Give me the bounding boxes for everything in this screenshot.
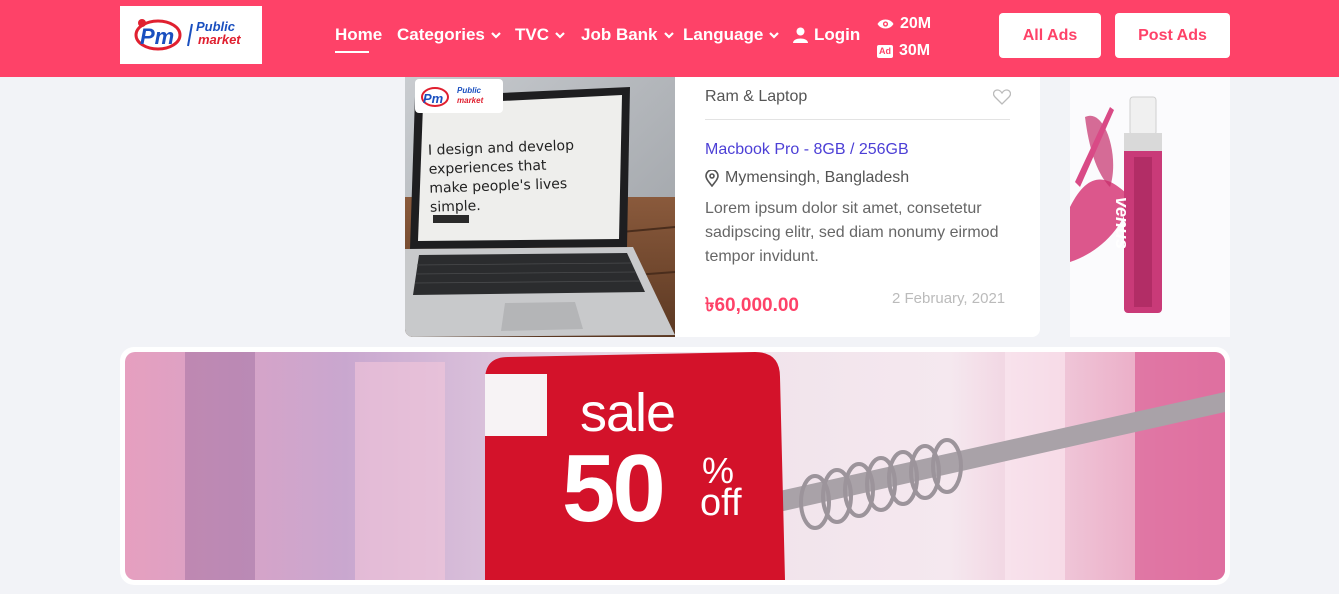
active-nav-underline	[335, 51, 369, 53]
nav-tvc-label: TVC	[515, 25, 549, 44]
listing-location: Mymensingh, Bangladesh	[705, 169, 909, 187]
heart-icon[interactable]	[993, 89, 1011, 105]
ad-badge-icon: Ad	[877, 44, 893, 58]
chevron-down-icon	[663, 32, 674, 39]
ads-count: 30M	[899, 42, 931, 59]
listing-image[interactable]: Pm Public market I design and develop ex…	[405, 77, 675, 337]
eye-icon	[877, 19, 894, 29]
site-logo[interactable]: Pm Public market	[120, 6, 262, 64]
listing-location-text: Mymensingh, Bangladesh	[725, 169, 910, 186]
nav-job-bank-label: Job Bank	[581, 25, 658, 44]
listing-description: Lorem ipsum dolor sit amet, consetetur s…	[705, 200, 999, 265]
listing-category[interactable]: Ram & Laptop	[705, 88, 807, 106]
sale-banner-image: sale 50 % off	[125, 352, 1225, 580]
listing-date: 2 February, 2021	[892, 290, 1006, 307]
views-count: 20M	[900, 15, 932, 32]
nav-language-label: Language	[683, 25, 764, 44]
nav-language[interactable]: Language	[683, 24, 780, 46]
listing-card[interactable]: Pm Public market I design and develop ex…	[405, 77, 1040, 337]
views-stat: 20M	[877, 15, 931, 33]
nav-login[interactable]: Login	[793, 24, 860, 46]
nav-home-label: Home	[335, 25, 383, 44]
nav-home[interactable]: Home	[335, 24, 382, 46]
nav-categories[interactable]: Categories	[397, 24, 501, 46]
top-navbar: Pm Public market Home Categories TVC Job…	[0, 0, 1339, 77]
side-ad-brand: venus	[1112, 197, 1132, 250]
svg-text:market: market	[457, 96, 484, 105]
svg-text:Public: Public	[457, 86, 482, 95]
post-ads-button[interactable]: Post Ads	[1115, 13, 1230, 58]
sale-off: off	[700, 482, 742, 524]
nav-categories-label: Categories	[397, 25, 485, 44]
ads-stat: Ad 30M	[877, 42, 930, 60]
listing-title[interactable]: Macbook Pro - 8GB / 256GB	[705, 141, 909, 159]
nav-tvc[interactable]: TVC	[515, 24, 565, 46]
side-ad-lip-gloss[interactable]: venus	[1070, 77, 1230, 337]
laptop-screen-text: I design and develop experiences that ma…	[427, 137, 575, 216]
chevron-down-icon	[555, 32, 565, 39]
lip-gloss-photo	[1070, 96, 1162, 313]
map-pin-icon	[705, 169, 719, 187]
login-label: Login	[814, 25, 861, 44]
card-divider	[705, 119, 1010, 120]
nav-job-bank[interactable]: Job Bank	[581, 24, 674, 46]
all-ads-button[interactable]: All Ads	[999, 13, 1101, 58]
chevron-down-icon	[769, 32, 780, 39]
public-market-logo-icon: Pm Public market	[134, 19, 241, 51]
chevron-down-icon	[491, 32, 501, 39]
svg-text:Pm: Pm	[423, 91, 444, 106]
user-icon	[793, 27, 808, 43]
svg-text:market: market	[198, 32, 241, 47]
sale-banner[interactable]: sale 50 % off	[120, 347, 1230, 585]
svg-text:Pm: Pm	[140, 24, 174, 49]
sale-number: 50	[562, 435, 666, 542]
listing-price: ৳60,000.00	[705, 295, 799, 316]
